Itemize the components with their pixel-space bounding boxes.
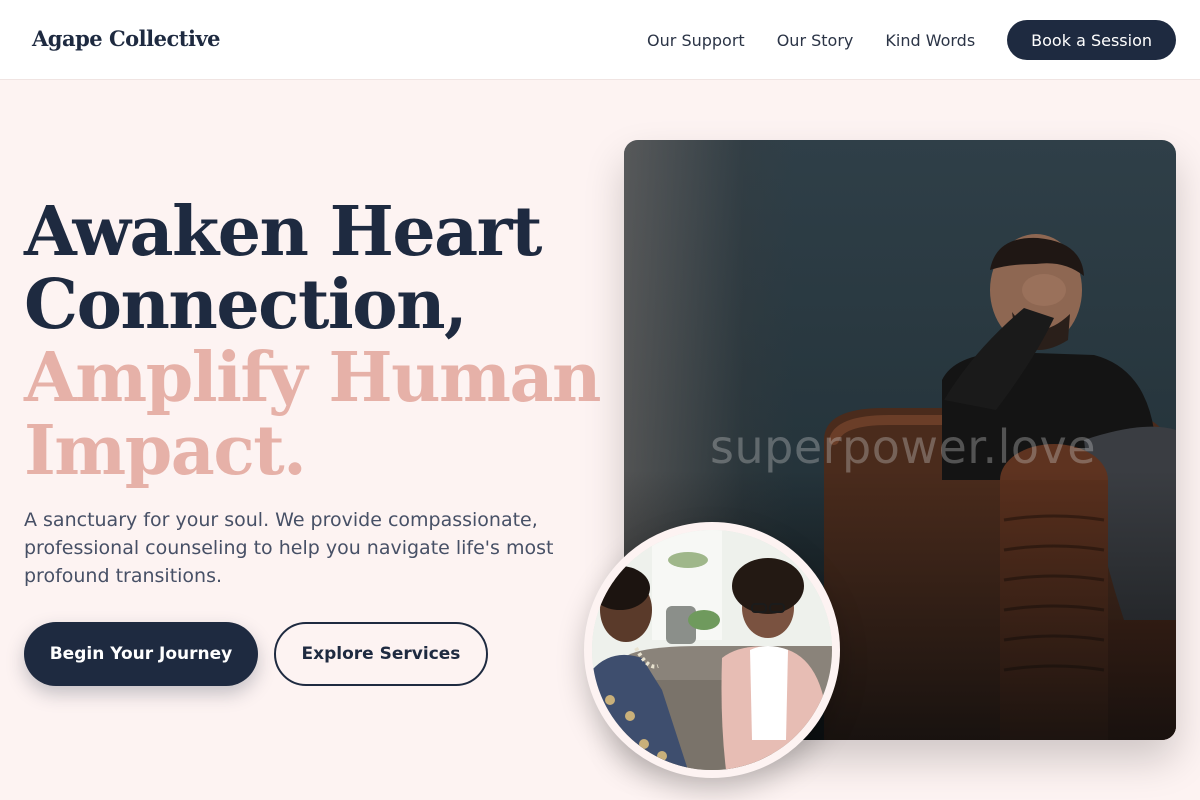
top-navigation: Agape Collective Our Support Our Story K…: [0, 0, 1200, 80]
book-session-button[interactable]: Book a Session: [1007, 20, 1176, 60]
hero-title-line-3: Amplify Human: [24, 338, 602, 418]
nav-link-our-story[interactable]: Our Story: [777, 31, 854, 50]
hero-subtitle: A sanctuary for your soul. We provide co…: [24, 509, 554, 587]
counseling-session-photo: [584, 522, 840, 778]
hero-title-line-1: Awaken Heart: [24, 192, 542, 272]
two-women-talking-illustration: [592, 530, 832, 770]
nav-link-our-support[interactable]: Our Support: [647, 31, 745, 50]
nav-link-kind-words[interactable]: Kind Words: [885, 31, 975, 50]
hero-title-line-2: Connection,: [24, 265, 468, 345]
nav-links: Our Support Our Story Kind Words Book a …: [647, 20, 1176, 60]
begin-journey-button[interactable]: Begin Your Journey: [24, 622, 258, 686]
hero-title: Awaken Heart Connection, Amplify Human I…: [24, 196, 604, 488]
explore-services-button[interactable]: Explore Services: [274, 622, 488, 686]
photo-watermark: superpower.love: [710, 420, 1097, 474]
brand-logo[interactable]: Agape Collective: [32, 26, 221, 51]
hero-title-line-4: Impact.: [24, 411, 307, 491]
